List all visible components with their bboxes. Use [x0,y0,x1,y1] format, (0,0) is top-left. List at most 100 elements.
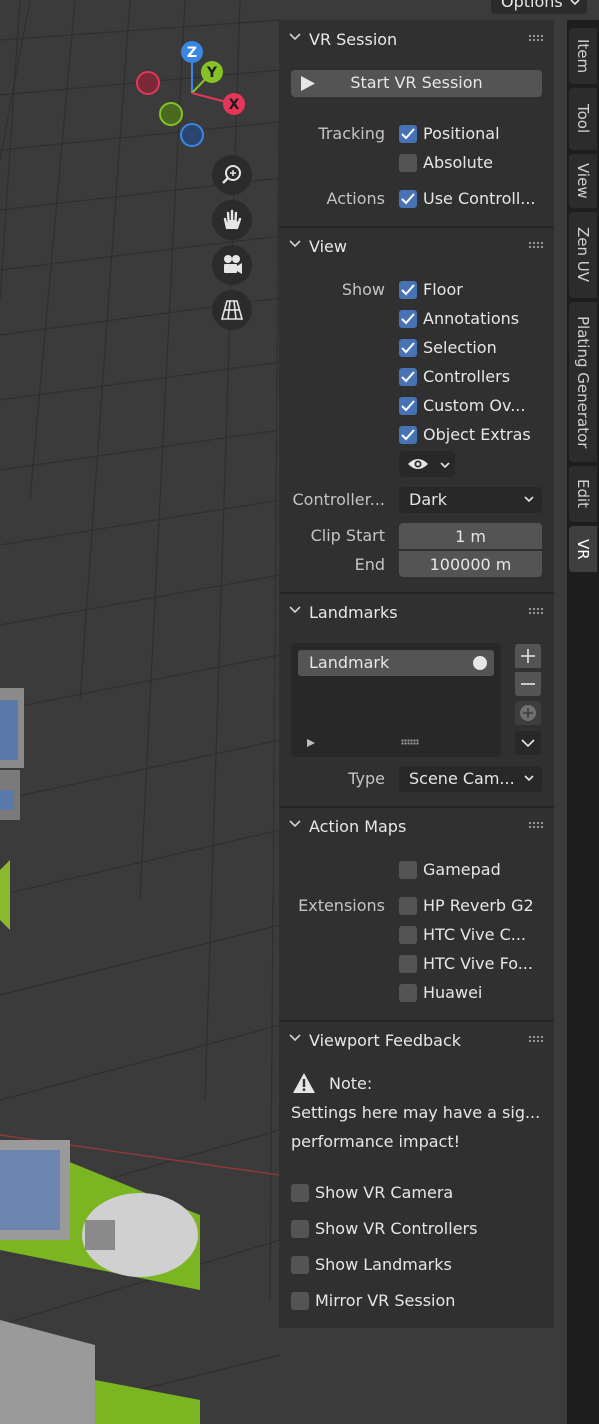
chevron-down-icon [524,775,534,782]
tab-zen-uv-label: Zen UV [574,227,592,283]
positional-label: Positional [423,124,500,143]
landmarks-specials-menu-button[interactable] [515,731,541,755]
drag-grip-icon[interactable] [528,241,544,249]
show-landmarks-checkbox[interactable] [291,1256,309,1274]
tab-edit-label: Edit [574,479,592,509]
landmarks-title: Landmarks [309,603,398,622]
add-landmark-button[interactable] [515,644,541,668]
grid-perspective-icon [220,300,244,320]
landmarks-header[interactable]: Landmarks [279,594,554,632]
show-vr-controllers-label: Show VR Controllers [315,1219,478,1238]
tab-edit[interactable]: Edit [569,466,597,522]
view-header[interactable]: View [279,228,554,266]
clip-end-field[interactable]: 100000 m [399,551,542,577]
controller-draw-style-value: Dark [409,490,447,509]
warning-icon [293,1073,315,1093]
mirror-vr-session-checkbox[interactable] [291,1292,309,1310]
controllers-checkbox[interactable] [399,368,417,386]
landmark-list-item[interactable]: Landmark [298,650,494,676]
annotations-checkbox[interactable] [399,310,417,328]
landmark-type-dropdown[interactable]: Scene Cam... [399,766,542,792]
remove-landmark-button[interactable] [515,672,541,696]
check-icon [401,342,415,354]
hp-reverb-g2-label: HP Reverb G2 [423,896,534,915]
show-vr-controllers-checkbox[interactable] [291,1220,309,1238]
tab-vr[interactable]: VR [569,526,597,572]
show-vr-camera-label: Show VR Camera [315,1183,454,1202]
tab-tool-label: Tool [574,104,592,134]
positional-checkbox[interactable] [399,125,417,143]
action-maps-header[interactable]: Action Maps [279,808,554,846]
drag-grip-icon[interactable] [528,1035,544,1043]
expand-triangle-icon[interactable] [306,738,316,748]
start-vr-session-button[interactable]: Start VR Session [291,70,542,97]
tab-view[interactable]: View [569,154,597,208]
tab-plating-generator-label: Plating Generator [574,315,592,449]
pan-button[interactable] [212,200,252,240]
huawei-checkbox[interactable] [399,984,417,1002]
clip-end-value: 100000 m [429,554,512,574]
eye-icon [408,459,428,469]
chevron-down-icon [524,496,534,503]
gamepad-checkbox[interactable] [399,861,417,879]
tab-item[interactable]: Item [569,28,597,84]
clip-start-field[interactable]: 1 m [399,523,542,549]
add-from-camera-button[interactable] [515,701,541,725]
drag-grip-icon[interactable] [528,821,544,829]
selection-checkbox[interactable] [399,339,417,357]
floor-label: Floor [423,280,463,299]
collapse-chevron-icon [289,33,301,41]
collapse-chevron-icon [289,240,301,248]
htc-vive-focus-checkbox[interactable] [399,955,417,973]
check-icon [401,284,415,296]
collapse-chevron-icon [289,606,301,614]
hp-reverb-g2-checkbox[interactable] [399,897,417,915]
absolute-label: Absolute [423,153,493,172]
floor-checkbox[interactable] [399,281,417,299]
htc-vive-cosmos-checkbox[interactable] [399,926,417,944]
type-label: Type [348,769,385,788]
projection-toggle-button[interactable] [212,290,252,330]
chevron-down-icon [570,0,580,6]
sidebar-tab-bar: Item Tool View Zen UV Plating Generator … [567,20,599,1424]
vr-session-header[interactable]: VR Session [279,21,554,59]
htc-vive-cosmos-label: HTC Vive C... [423,925,526,944]
tab-view-label: View [574,163,592,199]
object-extras-checkbox[interactable] [399,426,417,444]
show-vr-camera-checkbox[interactable] [291,1184,309,1202]
clip-end-label: End [354,555,385,574]
controller-draw-style-label: Controller... [292,490,386,509]
collapse-chevron-icon [289,820,301,828]
drag-grip-icon[interactable] [528,34,544,42]
use-controllers-checkbox[interactable] [399,190,417,208]
huawei-label: Huawei [423,983,483,1002]
options-menu-button[interactable]: Options [491,0,587,14]
tab-tool[interactable]: Tool [569,88,597,150]
viewport-feedback-header[interactable]: Viewport Feedback [279,1022,554,1060]
plus-icon [521,649,535,663]
list-resize-grip-icon[interactable] [401,739,419,745]
camera-icon [224,255,242,274]
zoom-button[interactable] [212,155,252,195]
gizmo-x-label: X [229,97,240,113]
controller-draw-style-dropdown[interactable]: Dark [399,487,542,513]
absolute-checkbox[interactable] [399,154,417,172]
landmarks-list[interactable]: Landmark [291,643,501,757]
mirror-vr-session-label: Mirror VR Session [315,1291,456,1310]
custom-overlays-checkbox[interactable] [399,397,417,415]
navigation-gizmo[interactable]: Z Y X [130,38,255,153]
chevron-down-icon [521,739,535,748]
actions-label: Actions [326,189,385,208]
tracking-label: Tracking [318,124,385,143]
show-label: Show [341,280,385,299]
drag-grip-icon[interactable] [528,607,544,615]
tab-plating-generator[interactable]: Plating Generator [569,302,597,462]
controllers-label: Controllers [423,367,511,386]
camera-view-button[interactable] [212,245,252,285]
tab-zen-uv[interactable]: Zen UV [569,212,597,298]
minus-icon [521,683,535,685]
viewport-feedback-title: Viewport Feedback [309,1031,462,1050]
active-landmark-dot-icon[interactable] [473,656,487,670]
vr-session-title: VR Session [309,30,398,49]
visibility-dropdown[interactable] [399,451,455,477]
